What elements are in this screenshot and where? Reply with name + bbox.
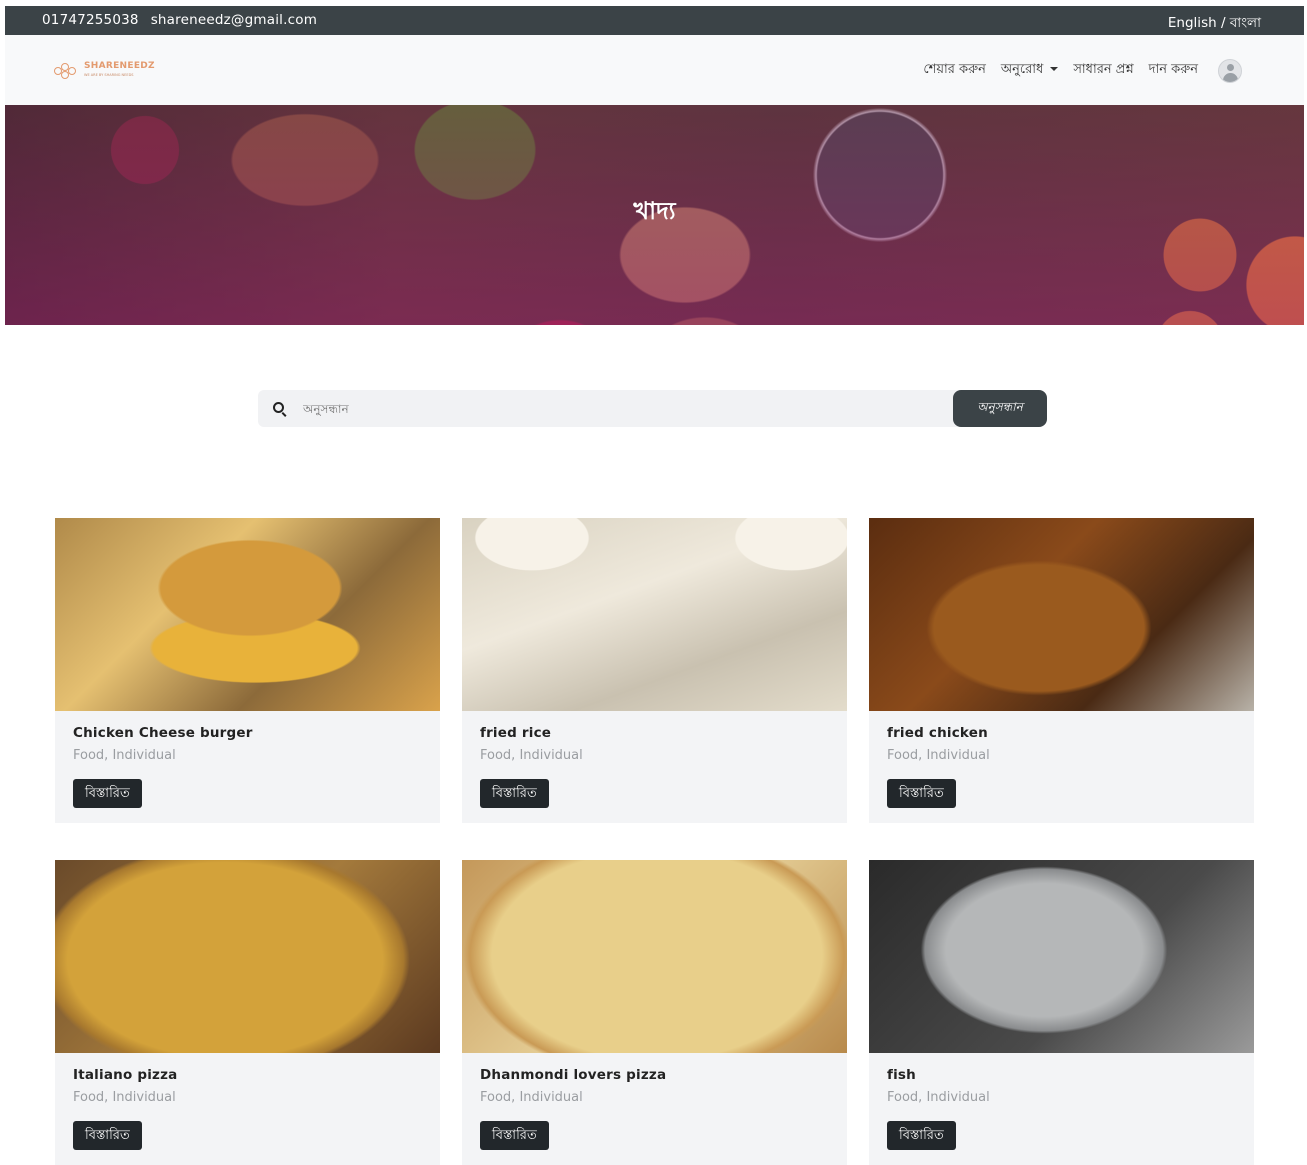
email-address: shareneedz@gmail.com bbox=[150, 12, 318, 28]
food-title: Chicken Cheese burger bbox=[73, 725, 253, 741]
details-button[interactable]: বিস্তারিত bbox=[887, 1121, 956, 1150]
language-switcher[interactable]: English / বাংলা bbox=[1168, 12, 1261, 35]
top-contact-bar: 01747255038 shareneedz@gmail.com English … bbox=[5, 6, 1304, 35]
avatar-body bbox=[1223, 73, 1238, 82]
nav-request-dropdown[interactable]: অনুরোধ bbox=[1001, 60, 1058, 81]
food-photo[interactable] bbox=[462, 860, 847, 1053]
user-avatar-icon[interactable] bbox=[1218, 59, 1242, 83]
food-category: Food, Individual bbox=[73, 1090, 176, 1105]
page-title: খাদ্য bbox=[633, 197, 676, 225]
contact-info: 01747255038 shareneedz@gmail.com bbox=[42, 12, 329, 28]
details-button[interactable]: বিস্তারিত bbox=[73, 1121, 142, 1150]
food-category: Food, Individual bbox=[480, 748, 583, 763]
hero-banner: খাদ্য bbox=[5, 105, 1304, 325]
details-button[interactable]: বিস্তারিত bbox=[480, 779, 549, 808]
search-button[interactable]: অনুসন্ধান bbox=[953, 390, 1047, 427]
navbar: SHARENEEDZ WE ARE BY SHARING NEEDS শেয়া… bbox=[5, 35, 1304, 105]
search-bar: অনুসন্ধান bbox=[258, 390, 1047, 427]
food-card: fried chicken Food, Individual বিস্তারিত bbox=[869, 518, 1254, 823]
food-title: Italiano pizza bbox=[73, 1067, 178, 1083]
phone-number: 01747255038 bbox=[42, 12, 139, 28]
search-box bbox=[258, 390, 958, 427]
search-icon bbox=[273, 402, 284, 413]
food-card: Italiano pizza Food, Individual বিস্তারি… bbox=[55, 860, 440, 1165]
food-category: Food, Individual bbox=[480, 1090, 583, 1105]
nav-faq[interactable]: সাধারন প্রশ্ন bbox=[1073, 60, 1133, 81]
site-logo[interactable]: SHARENEEDZ WE ARE BY SHARING NEEDS bbox=[52, 62, 155, 80]
food-category: Food, Individual bbox=[73, 748, 176, 763]
food-card: Chicken Cheese burger Food, Individual ব… bbox=[55, 518, 440, 823]
logo-hands-icon bbox=[52, 62, 80, 80]
details-button[interactable]: বিস্তারিত bbox=[480, 1121, 549, 1150]
nav-links: শেয়ার করুন অনুরোধ সাধারন প্রশ্ন দান করু… bbox=[923, 60, 1198, 81]
food-photo[interactable] bbox=[55, 860, 440, 1053]
nav-share[interactable]: শেয়ার করুন bbox=[923, 60, 986, 81]
food-card: Dhanmondi lovers pizza Food, Individual … bbox=[462, 860, 847, 1165]
nav-donate[interactable]: দান করুন bbox=[1149, 60, 1198, 81]
food-title: fish bbox=[887, 1067, 916, 1083]
food-title: fried chicken bbox=[887, 725, 988, 741]
search-input[interactable] bbox=[303, 399, 923, 419]
food-card: fried rice Food, Individual বিস্তারিত bbox=[462, 518, 847, 823]
food-photo[interactable] bbox=[462, 518, 847, 711]
food-category: Food, Individual bbox=[887, 1090, 990, 1105]
details-button[interactable]: বিস্তারিত bbox=[73, 779, 142, 808]
food-photo[interactable] bbox=[869, 860, 1254, 1053]
food-photo[interactable] bbox=[55, 518, 440, 711]
food-category: Food, Individual bbox=[887, 748, 990, 763]
food-title: Dhanmondi lovers pizza bbox=[480, 1067, 667, 1083]
logo-tagline: WE ARE BY SHARING NEEDS bbox=[84, 73, 134, 77]
logo-name: SHARENEEDZ bbox=[84, 61, 155, 71]
food-card: fish Food, Individual বিস্তারিত bbox=[869, 860, 1254, 1165]
avatar-head bbox=[1227, 64, 1234, 71]
logo-text: SHARENEEDZ WE ARE BY SHARING NEEDS bbox=[84, 62, 155, 80]
details-button[interactable]: বিস্তারিত bbox=[887, 779, 956, 808]
food-photo[interactable] bbox=[869, 518, 1254, 711]
food-title: fried rice bbox=[480, 725, 552, 741]
